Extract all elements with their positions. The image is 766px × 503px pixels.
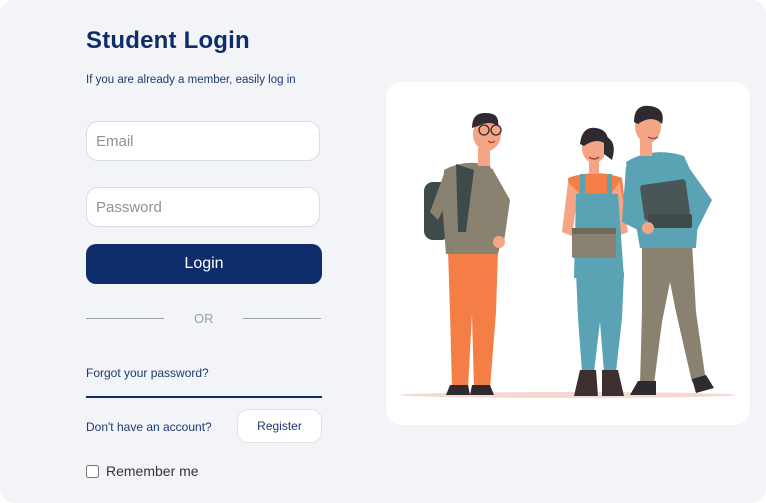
no-account-text: Don't have an account? xyxy=(86,420,212,434)
divider-line-left xyxy=(86,318,164,319)
remember-me[interactable]: Remember me xyxy=(86,463,199,479)
login-button[interactable]: Login xyxy=(86,244,322,284)
remember-me-checkbox[interactable] xyxy=(86,464,99,478)
email-field[interactable] xyxy=(86,121,320,161)
or-divider-text: OR xyxy=(194,311,214,326)
login-card: Student Login If you are already a membe… xyxy=(0,0,766,503)
student-middle-figure xyxy=(562,127,628,396)
students-illustration-panel xyxy=(386,82,750,425)
page-title: Student Login xyxy=(86,27,250,54)
student-left-figure xyxy=(424,112,510,395)
password-field[interactable] xyxy=(86,187,320,227)
register-button[interactable]: Register xyxy=(237,409,322,443)
divider-line-right xyxy=(243,318,321,319)
forgot-password-underline xyxy=(86,396,322,398)
students-group-illustration xyxy=(400,105,736,398)
remember-me-label: Remember me xyxy=(106,463,199,479)
student-right-figure xyxy=(622,105,714,395)
page-subtitle: If you are already a member, easily log … xyxy=(86,74,296,86)
forgot-password-link[interactable]: Forgot your password? xyxy=(86,366,209,380)
